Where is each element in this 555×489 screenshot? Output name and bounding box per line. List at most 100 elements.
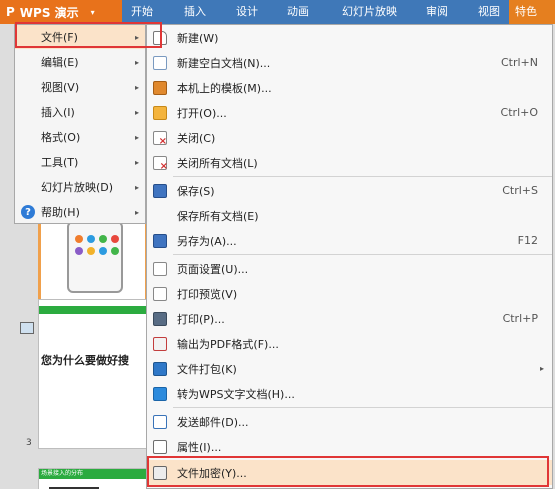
- submenu-save-all[interactable]: 保存所有文档(E): [147, 203, 552, 228]
- app-dot: [111, 235, 119, 243]
- menu-item-label: 幻灯片放映(D): [41, 181, 114, 194]
- chevron-right-icon: ▸: [134, 82, 139, 92]
- submenu-item-label: 发送邮件(D)...: [177, 415, 249, 429]
- main-menu: 文件(F) ▸ 编辑(E) ▸ 视图(V) ▸ 插入(I) ▸ 格式(O) ▸ …: [14, 24, 146, 224]
- menu-view[interactable]: 视图(V) ▸: [15, 75, 145, 99]
- shortcut-label: Ctrl+S: [502, 184, 538, 197]
- app-dot: [99, 247, 107, 255]
- tab-view[interactable]: 视图: [478, 0, 500, 24]
- page-setup-icon: [153, 261, 167, 276]
- shortcut-label: Ctrl+N: [500, 56, 538, 69]
- menu-insert[interactable]: 插入(I) ▸: [15, 100, 145, 124]
- submenu-item-label: 打开(O)...: [177, 106, 227, 120]
- tab-design[interactable]: 设计: [236, 0, 258, 24]
- save-as-icon: [153, 233, 167, 248]
- template-icon: [153, 80, 167, 95]
- app-dot: [99, 235, 107, 243]
- printer-icon: [153, 311, 167, 326]
- app-dot: [87, 247, 95, 255]
- app-title: WPS 演示: [19, 5, 79, 20]
- submenu-encrypt-file[interactable]: 文件加密(Y)...: [147, 460, 552, 485]
- menu-tools[interactable]: 工具(T) ▸: [15, 150, 145, 174]
- chevron-right-icon: ▸: [134, 32, 139, 42]
- new-document-icon: [153, 30, 167, 45]
- submenu-export-pdf[interactable]: 输出为PDF格式(F)...: [147, 331, 552, 356]
- menu-item-label: 格式(O): [41, 131, 81, 144]
- tab-home[interactable]: 开始: [131, 0, 153, 24]
- chevron-right-icon: ▸: [539, 364, 544, 373]
- submenu-print-preview[interactable]: 打印预览(V): [147, 281, 552, 306]
- submenu-close[interactable]: 关闭(C): [147, 125, 552, 150]
- tab-review[interactable]: 审阅: [426, 0, 448, 24]
- convert-to-wps-writer-icon: [153, 386, 167, 401]
- blank-document-icon: [153, 55, 167, 70]
- pdf-export-icon: [153, 336, 167, 351]
- submenu-save[interactable]: 保存(S) Ctrl+S: [147, 178, 552, 203]
- submenu-item-label: 另存为(A)...: [177, 234, 237, 248]
- ribbon-bar: P WPS 演示 ▾ 开始 插入 设计 动画 幻灯片放映 审阅 视图 特色: [0, 0, 555, 24]
- package-icon: [153, 361, 167, 376]
- submenu-new[interactable]: 新建(W): [147, 25, 552, 50]
- shortcut-label: Ctrl+O: [500, 106, 538, 119]
- wps-logo-icon: P: [6, 5, 15, 19]
- submenu-item-label: 本机上的模板(M)...: [177, 81, 272, 95]
- submenu-properties[interactable]: 属性(I)...: [147, 434, 552, 459]
- submenu-close-all[interactable]: 关闭所有文档(L): [147, 150, 552, 175]
- submenu-item-label: 打印(P)...: [177, 312, 225, 326]
- app-icon-grid: [75, 235, 119, 255]
- app-dot: [87, 235, 95, 243]
- open-folder-icon: [153, 105, 167, 120]
- submenu-page-setup[interactable]: 页面设置(U)...: [147, 256, 552, 281]
- submenu-package[interactable]: 文件打包(K) ▸: [147, 356, 552, 381]
- dropdown-arrow-icon: ▾: [90, 7, 95, 17]
- chevron-right-icon: ▸: [134, 132, 139, 142]
- menu-slideshow[interactable]: 幻灯片放映(D) ▸: [15, 175, 145, 199]
- submenu-local-templates[interactable]: 本机上的模板(M)...: [147, 75, 552, 100]
- submenu-item-label: 打印预览(V): [177, 287, 238, 301]
- slide-number: 3: [26, 438, 32, 448]
- encrypt-file-icon: [153, 465, 167, 480]
- slide-header-bar: 场景接入的分布: [39, 469, 147, 479]
- send-mail-icon: [153, 414, 167, 429]
- picture-placeholder-icon: [20, 322, 34, 334]
- help-icon: ?: [21, 205, 35, 219]
- submenu-save-as[interactable]: 另存为(A)... F12: [147, 228, 552, 253]
- submenu-send-mail[interactable]: 发送邮件(D)...: [147, 409, 552, 434]
- submenu-open[interactable]: 打开(O)... Ctrl+O: [147, 100, 552, 125]
- menu-item-label: 帮助(H): [41, 206, 80, 219]
- menu-separator: [173, 176, 552, 177]
- menu-file[interactable]: 文件(F) ▸: [15, 25, 145, 49]
- slide-thumbnail-3[interactable]: 场景接入的分布: [38, 468, 148, 489]
- tab-slideshow[interactable]: 幻灯片放映: [342, 0, 397, 24]
- menu-edit[interactable]: 编辑(E) ▸: [15, 50, 145, 74]
- submenu-convert-wps-writer[interactable]: 转为WPS文字文档(H)...: [147, 381, 552, 406]
- submenu-item-label: 输出为PDF格式(F)...: [177, 337, 279, 351]
- chevron-right-icon: ▸: [134, 107, 139, 117]
- submenu-item-label: 转为WPS文字文档(H)...: [177, 387, 295, 401]
- tab-animation[interactable]: 动画: [287, 0, 309, 24]
- print-preview-icon: [153, 286, 167, 301]
- slide-header-bar: [39, 306, 147, 314]
- chevron-right-icon: ▸: [134, 157, 139, 167]
- phone-illustration: [67, 221, 123, 293]
- menu-help[interactable]: ? 帮助(H) ▸: [15, 200, 145, 224]
- submenu-item-label: 保存(S): [177, 184, 215, 198]
- app-dot: [75, 235, 83, 243]
- chevron-right-icon: ▸: [134, 182, 139, 192]
- file-submenu: 新建(W) 新建空白文档(N)... Ctrl+N 本机上的模板(M)... 打…: [146, 24, 553, 489]
- wps-app-menu-button[interactable]: P WPS 演示 ▾: [0, 0, 122, 24]
- submenu-item-label: 新建(W): [177, 31, 219, 45]
- tab-special[interactable]: 特色: [509, 0, 555, 24]
- menu-item-label: 工具(T): [41, 156, 79, 169]
- slide-thumbnail-2[interactable]: 您为什么要做好搜: [38, 299, 148, 449]
- menu-format[interactable]: 格式(O) ▸: [15, 125, 145, 149]
- close-all-documents-icon: [153, 155, 168, 172]
- shortcut-label: Ctrl+P: [502, 312, 538, 325]
- submenu-new-blank[interactable]: 新建空白文档(N)... Ctrl+N: [147, 50, 552, 75]
- tab-insert[interactable]: 插入: [184, 0, 206, 24]
- menu-item-label: 视图(V): [41, 81, 80, 94]
- close-document-icon: [153, 130, 167, 147]
- submenu-item-label: 属性(I)...: [177, 440, 222, 454]
- menu-separator: [173, 407, 552, 408]
- submenu-print[interactable]: 打印(P)... Ctrl+P: [147, 306, 552, 331]
